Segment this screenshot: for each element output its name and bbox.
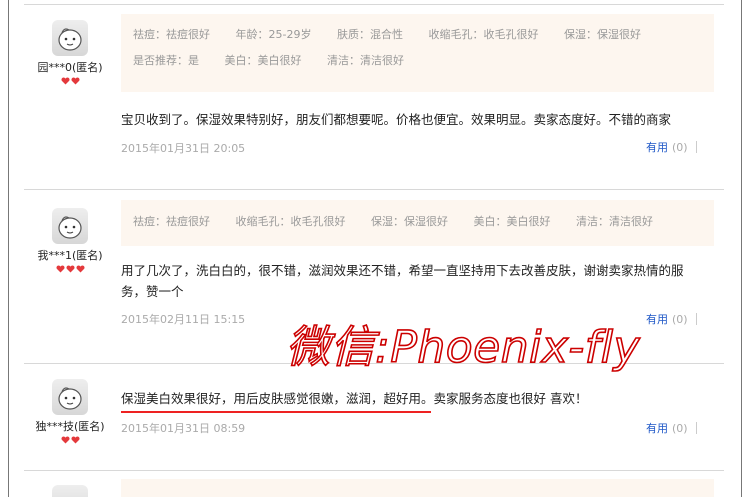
review-date: 2015年02月11日 15:15 bbox=[121, 313, 246, 326]
tag: 是否推荐：是 bbox=[133, 54, 199, 67]
tag: 保湿：保湿很好 bbox=[371, 215, 448, 228]
tag: 保湿：保湿很好 bbox=[563, 28, 641, 41]
useful-button[interactable]: 有用 (0) bbox=[646, 139, 697, 155]
reviewer bbox=[24, 485, 116, 497]
tag: 祛痘：祛痘很好 bbox=[133, 215, 210, 228]
reviewer-name[interactable]: 独***技(匿名) bbox=[24, 418, 116, 434]
separator bbox=[695, 422, 697, 434]
default-avatar-icon bbox=[58, 387, 82, 410]
review-content: 宝贝收到了。保湿效果特别好，朋友们都想要呢。价格也便宜。效果明显。卖家态度好。不… bbox=[121, 112, 672, 127]
reviewer: 园***0(匿名) bbox=[24, 20, 116, 87]
reputation-badge bbox=[24, 77, 116, 87]
tag: 收缩毛孔：收毛孔很好 bbox=[235, 215, 346, 228]
default-avatar-icon bbox=[58, 28, 82, 51]
avatar bbox=[52, 485, 88, 497]
reputation-badge bbox=[24, 436, 116, 446]
highlight-underline bbox=[121, 411, 431, 413]
review-item: 独***技(匿名) 保湿美白效果很好，用后皮肤感觉很嫩，滋润，超好用。卖家服务态… bbox=[24, 372, 724, 462]
reviewer: 我***1(匿名) bbox=[24, 208, 116, 275]
tag: 清洁：清洁很好 bbox=[327, 54, 404, 67]
reviewer-name[interactable]: 园***0(匿名) bbox=[24, 59, 116, 75]
useful-button[interactable]: 有用 (0) bbox=[646, 420, 697, 436]
review-content: 保湿美白效果很好，用后皮肤感觉很嫩，滋润，超好用。卖家服务态度也很好 喜欢！ bbox=[121, 391, 588, 406]
review-tags bbox=[121, 479, 714, 497]
review-tags: 祛痘：祛痘很好 年龄：25-29岁 肤质：混合性 收缩毛孔：收毛孔很好 保湿：保… bbox=[121, 14, 714, 92]
heart-icon bbox=[70, 436, 80, 444]
review-date: 2015年01月31日 08:59 bbox=[121, 422, 246, 435]
avatar bbox=[52, 208, 88, 244]
separator bbox=[695, 141, 697, 153]
default-avatar-icon bbox=[58, 216, 82, 239]
review-content: 用了几次了，洗白白的，很不错，滋润效果还不错，希望一直坚持用下去改善皮肤，谢谢卖… bbox=[121, 263, 684, 299]
tag: 美白：美白很好 bbox=[224, 54, 302, 67]
useful-count: (0) bbox=[672, 141, 688, 154]
divider bbox=[24, 4, 724, 5]
divider bbox=[24, 470, 724, 471]
tag: 美白：美白很好 bbox=[473, 215, 551, 228]
heart-icon bbox=[60, 436, 70, 444]
review-date: 2015年01月31日 20:05 bbox=[121, 142, 246, 155]
watermark-text: 微信:Phoenix-fly bbox=[285, 321, 641, 374]
separator bbox=[695, 313, 697, 325]
tag: 肤质：混合性 bbox=[336, 28, 403, 41]
useful-label[interactable]: 有用 bbox=[646, 313, 668, 326]
tag: 清洁：清洁很好 bbox=[576, 215, 653, 228]
heart-icon bbox=[75, 265, 85, 273]
review-tags: 祛痘：祛痘很好 收缩毛孔：收毛孔很好 保湿：保湿很好 美白：美白很好 清洁：清洁… bbox=[121, 200, 714, 246]
avatar bbox=[52, 20, 88, 56]
useful-label[interactable]: 有用 bbox=[646, 141, 668, 154]
reviewer-name[interactable]: 我***1(匿名) bbox=[24, 247, 116, 263]
tag-row: 祛痘：祛痘很好 收缩毛孔：收毛孔很好 保湿：保湿很好 美白：美白很好 清洁：清洁… bbox=[133, 209, 702, 235]
tag: 收缩毛孔：收毛孔很好 bbox=[428, 28, 539, 41]
reputation-badge bbox=[24, 265, 116, 275]
heart-icon bbox=[65, 265, 75, 273]
reviewer: 独***技(匿名) bbox=[24, 379, 116, 446]
review-item: 园***0(匿名) 祛痘：祛痘很好 年龄：25-29岁 肤质：混合性 收缩毛孔：… bbox=[24, 14, 724, 184]
heart-icon bbox=[60, 77, 70, 85]
useful-count: (0) bbox=[672, 422, 688, 435]
heart-icon bbox=[55, 265, 65, 273]
tag: 年龄：25-29岁 bbox=[235, 28, 312, 41]
useful-label[interactable]: 有用 bbox=[646, 422, 668, 435]
useful-count: (0) bbox=[672, 313, 688, 326]
tag: 祛痘：祛痘很好 bbox=[133, 28, 210, 41]
heart-icon bbox=[70, 77, 80, 85]
useful-button[interactable]: 有用 (0) bbox=[646, 311, 697, 327]
tag-row: 是否推荐：是 美白：美白很好 清洁：清洁很好 bbox=[133, 48, 702, 74]
avatar bbox=[52, 379, 88, 415]
review-item-partial bbox=[24, 479, 724, 497]
tag-row: 祛痘：祛痘很好 年龄：25-29岁 肤质：混合性 收缩毛孔：收毛孔很好 保湿：保… bbox=[133, 22, 702, 48]
divider bbox=[24, 189, 724, 190]
